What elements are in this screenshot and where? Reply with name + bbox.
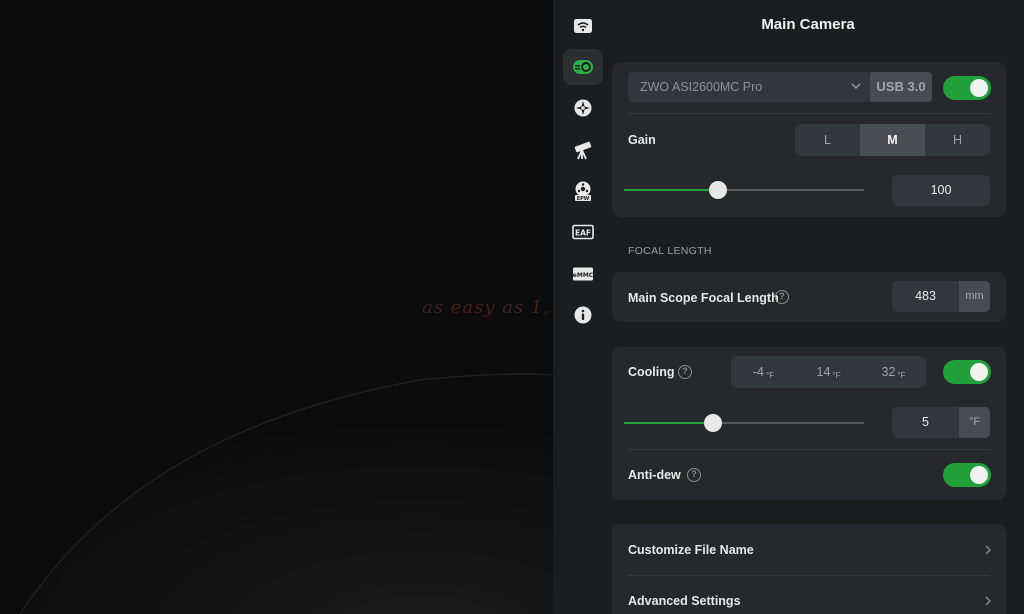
- live-view-background: as easy as 1,: [0, 0, 553, 614]
- rail-item-epw[interactable]: EPW: [563, 173, 603, 209]
- icon-rail: EPW EAF eMMC: [553, 0, 613, 614]
- camera-model-select[interactable]: ZWO ASI2600MC Pro: [628, 72, 870, 102]
- emmc-icon: eMMC: [573, 267, 594, 281]
- anti-dew-toggle[interactable]: [943, 463, 991, 487]
- focal-length-unit: mm: [959, 281, 990, 312]
- gain-label: Gain: [628, 133, 656, 147]
- info-icon: [574, 306, 592, 324]
- help-icon[interactable]: ?: [775, 290, 789, 304]
- gain-slider-knob[interactable]: [708, 181, 727, 199]
- guide-icon: [574, 99, 592, 117]
- cooling-slider-knob[interactable]: [703, 414, 722, 432]
- gain-slider-fill: [624, 189, 718, 191]
- cooling-toggle[interactable]: [943, 360, 991, 384]
- chevron-right-icon: [985, 545, 991, 555]
- gain-option-l[interactable]: L: [795, 124, 860, 156]
- telescope-icon: [574, 141, 592, 160]
- customize-file-name-row[interactable]: Customize File Name: [612, 524, 1006, 575]
- eaf-icon: EAF: [572, 224, 594, 240]
- focal-length-label: Main Scope Focal Length: [628, 291, 779, 305]
- gain-slider[interactable]: [624, 181, 864, 199]
- connection-badge: USB 3.0: [870, 72, 932, 102]
- rail-item-guide[interactable]: [563, 90, 603, 126]
- svg-text:eMMC: eMMC: [573, 272, 594, 279]
- help-icon[interactable]: ?: [687, 468, 701, 482]
- divider: [628, 449, 990, 450]
- focal-length-section-header: FOCAL LENGTH: [628, 245, 712, 257]
- rail-item-eaf[interactable]: EAF: [563, 214, 603, 250]
- cooling-value-field[interactable]: 5: [892, 407, 959, 438]
- customize-file-name-label: Customize File Name: [628, 543, 754, 557]
- svg-text:EPW: EPW: [577, 196, 590, 202]
- chevron-right-icon: [985, 596, 991, 606]
- focal-length-field[interactable]: 483: [892, 281, 959, 312]
- divider: [628, 113, 990, 114]
- camera-enable-toggle[interactable]: [943, 76, 991, 100]
- cooling-preset-2[interactable]: 14 °F: [796, 356, 861, 388]
- cooling-slider-fill: [624, 422, 713, 424]
- cooling-label: Cooling: [628, 365, 675, 379]
- links-card: Customize File Name Advanced Settings: [612, 524, 1006, 614]
- epw-icon: EPW: [575, 181, 591, 202]
- cooling-unit: °F: [959, 407, 990, 438]
- background-tagline: as easy as 1,: [422, 297, 551, 318]
- app-root: as easy as 1, EPW EAF eMMC Main Camera Z…: [0, 0, 1024, 614]
- cooling-preset-1[interactable]: -4 °F: [731, 356, 796, 388]
- focal-length-card: Main Scope Focal Length ? 483 mm: [612, 272, 1006, 322]
- camera-model-value: ZWO ASI2600MC Pro: [640, 80, 763, 94]
- cooling-slider[interactable]: [624, 414, 864, 432]
- page-title: Main Camera: [761, 16, 855, 33]
- advanced-settings-row[interactable]: Advanced Settings: [612, 576, 1006, 614]
- help-icon[interactable]: ?: [678, 365, 692, 379]
- rail-item-main-camera[interactable]: [563, 49, 603, 85]
- gain-option-h[interactable]: H: [925, 124, 990, 156]
- gain-value-field[interactable]: 100: [892, 175, 990, 206]
- chevron-down-icon: [851, 83, 861, 89]
- camera-card: ZWO ASI2600MC Pro USB 3.0 Gain L M H 100: [612, 62, 1006, 217]
- rail-item-emmc[interactable]: eMMC: [563, 256, 603, 292]
- camera-icon: [573, 60, 593, 74]
- gain-segmented-control: L M H: [795, 124, 990, 156]
- rail-item-wifi[interactable]: [563, 8, 603, 44]
- gain-option-m[interactable]: M: [860, 124, 925, 156]
- advanced-settings-label: Advanced Settings: [628, 594, 741, 608]
- rail-item-info[interactable]: [563, 297, 603, 333]
- cooling-card: Cooling ? -4 °F 14 °F 32 °F 5 °F Anti-dew ?: [612, 347, 1006, 500]
- cooling-preset-control: -4 °F 14 °F 32 °F: [731, 356, 926, 388]
- anti-dew-label: Anti-dew: [628, 468, 681, 482]
- wifi-icon: [574, 19, 592, 33]
- rail-item-telescope[interactable]: [563, 132, 603, 168]
- cooling-preset-3[interactable]: 32 °F: [861, 356, 926, 388]
- svg-text:EAF: EAF: [575, 229, 591, 238]
